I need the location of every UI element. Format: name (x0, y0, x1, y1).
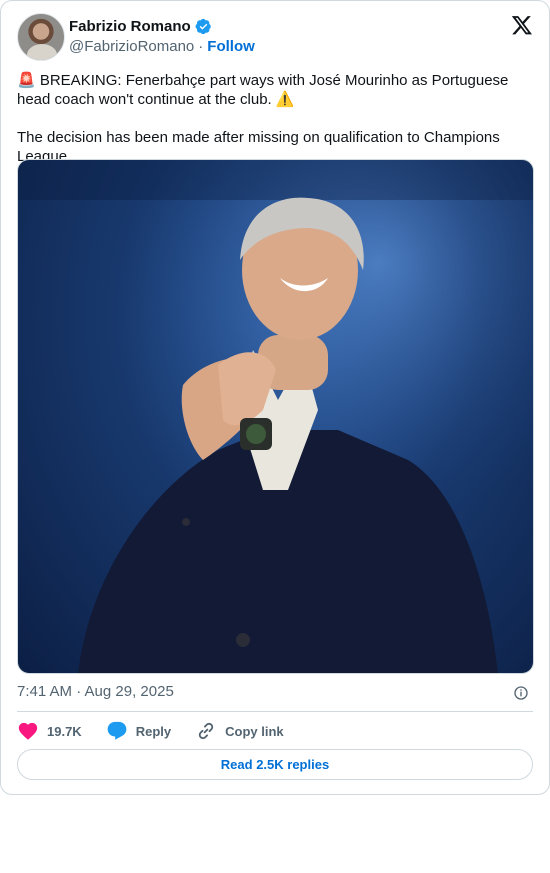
handle-separator: · (198, 38, 204, 55)
reply-label: Reply (135, 723, 172, 739)
verified-badge-icon (195, 18, 211, 35)
tweet-meta: 7:41 AM · Aug 29, 2025 (17, 683, 533, 703)
divider (17, 711, 533, 712)
tweet-text: 🚨 BREAKING: Fenerbahçe part ways with Jo… (17, 72, 509, 165)
read-replies-button[interactable]: Read 2.5K replies (17, 749, 533, 780)
author-name-row: Fabrizio Romano (69, 18, 212, 35)
x-logo-icon[interactable] (511, 14, 533, 36)
like-button[interactable]: 19.7K (17, 720, 82, 742)
link-icon (198, 722, 214, 740)
tweet-timestamp[interactable]: 7:41 AM · Aug 29, 2025 (17, 683, 174, 700)
photo-illustration (18, 160, 533, 673)
reply-button[interactable]: Reply (106, 720, 171, 742)
follow-button[interactable]: Follow (207, 38, 255, 55)
tweet-actions: 19.7K Reply Copy link (17, 720, 308, 742)
copy-link-label: Copy link (225, 723, 284, 739)
copy-link-button[interactable]: Copy link (195, 720, 284, 742)
heart-icon (18, 722, 38, 740)
author-avatar[interactable] (17, 13, 65, 61)
author-handle-row: @FabrizioRomano · Follow (69, 38, 255, 55)
author-handle[interactable]: @FabrizioRomano (69, 38, 194, 55)
tweet-header: Fabrizio Romano @FabrizioRomano · Follow (17, 13, 533, 61)
tweet-photo[interactable] (17, 159, 534, 674)
info-icon[interactable] (513, 685, 529, 701)
like-count: 19.7K (47, 723, 82, 739)
tweet-card: Fabrizio Romano @FabrizioRomano · Follow… (0, 0, 550, 795)
reply-bubble-icon (107, 721, 127, 740)
author-name[interactable]: Fabrizio Romano (69, 18, 191, 35)
